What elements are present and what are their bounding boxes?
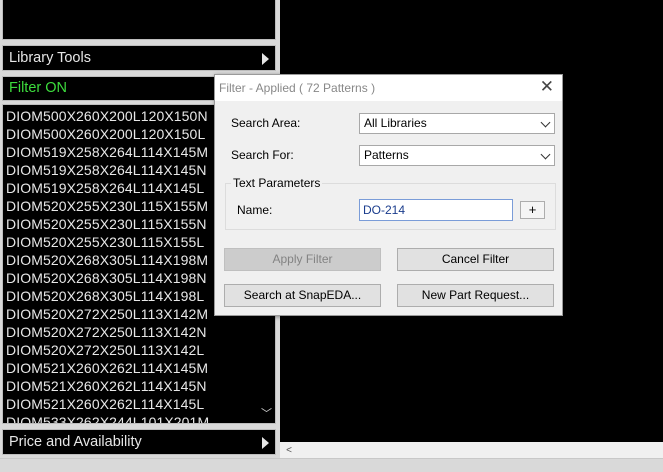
pattern-list-item[interactable]: DIOM533X262X244L101X201M — [6, 413, 209, 423]
pattern-list-item[interactable]: DIOM519X258X264L114X145N — [6, 161, 209, 179]
pattern-list-item[interactable]: DIOM500X260X200L120X150L — [6, 125, 209, 143]
text-parameters-label: Text Parameters — [231, 176, 323, 190]
pattern-list: DIOM500X260X200L120X150N DIOM500X260X200L… — [6, 107, 209, 423]
search-snapeda-button[interactable]: Search at SnapEDA... — [224, 284, 381, 307]
pattern-list-item[interactable]: DIOM520X268X305L114X198M — [6, 251, 209, 269]
pattern-list-item[interactable]: DIOM519X258X264L114X145M — [6, 143, 209, 161]
search-for-value: Patterns — [364, 148, 409, 162]
cancel-filter-button[interactable]: Cancel Filter — [397, 248, 554, 271]
name-input[interactable]: DO-214 — [359, 199, 513, 221]
search-for-label: Search For: — [231, 148, 294, 162]
search-area-label: Search Area: — [231, 116, 301, 130]
library-tools-label: Library Tools — [9, 50, 91, 66]
status-bar — [0, 458, 663, 472]
pattern-list-item[interactable]: DIOM521X260X262L114X145N — [6, 377, 209, 395]
dialog-titlebar: Filter - Applied ( 72 Patterns ) ✕ — [215, 75, 562, 101]
expand-arrow-icon — [262, 53, 269, 65]
pattern-list-item[interactable]: DIOM520X272X250L113X142L — [6, 341, 209, 359]
scroll-left-icon[interactable]: < — [282, 444, 296, 458]
search-for-select[interactable]: Patterns — [359, 145, 555, 166]
pattern-list-item[interactable]: DIOM521X260X262L114X145L — [6, 395, 209, 413]
chevron-down-icon — [540, 149, 551, 160]
add-parameter-button[interactable]: + — [520, 201, 545, 219]
pattern-list-item[interactable]: DIOM520X255X230L115X155N — [6, 215, 209, 233]
price-availability-label: Price and Availability — [9, 434, 142, 450]
new-part-request-button[interactable]: New Part Request... — [397, 284, 554, 307]
search-area-select[interactable]: All Libraries — [359, 113, 555, 134]
pattern-list-item[interactable]: DIOM520X268X305L114X198L — [6, 287, 209, 305]
pattern-list-item[interactable]: DIOM520X272X250L113X142M — [6, 305, 209, 323]
search-area-value: All Libraries — [364, 116, 427, 130]
library-preview-box — [2, 0, 276, 40]
pattern-list-item[interactable]: DIOM520X272X250L113X142N — [6, 323, 209, 341]
expand-arrow-icon — [262, 437, 269, 449]
pattern-list-item[interactable]: DIOM520X268X305L114X198N — [6, 269, 209, 287]
price-availability-bar[interactable]: Price and Availability — [2, 429, 276, 455]
filter-status-label: Filter ON — [9, 80, 67, 96]
filter-dialog: Filter - Applied ( 72 Patterns ) ✕ Searc… — [214, 74, 563, 316]
chevron-down-icon — [540, 117, 551, 128]
pattern-list-item[interactable]: DIOM521X260X262L114X145M — [6, 359, 209, 377]
apply-filter-button[interactable]: Apply Filter — [224, 248, 381, 271]
pattern-list-item[interactable]: DIOM500X260X200L120X150N — [6, 107, 209, 125]
pattern-list-item[interactable]: DIOM520X255X230L115X155M — [6, 197, 209, 215]
pattern-list-item[interactable]: DIOM519X258X264L114X145L — [6, 179, 209, 197]
library-tools-bar[interactable]: Library Tools — [2, 45, 276, 71]
pattern-list-item[interactable]: DIOM520X255X230L115X155L — [6, 233, 209, 251]
name-label: Name: — [237, 203, 273, 217]
scroll-down-icon[interactable]: ﹀ — [258, 406, 275, 423]
close-icon[interactable]: ✕ — [540, 78, 554, 96]
dialog-title: Filter - Applied ( 72 Patterns ) — [219, 81, 376, 95]
